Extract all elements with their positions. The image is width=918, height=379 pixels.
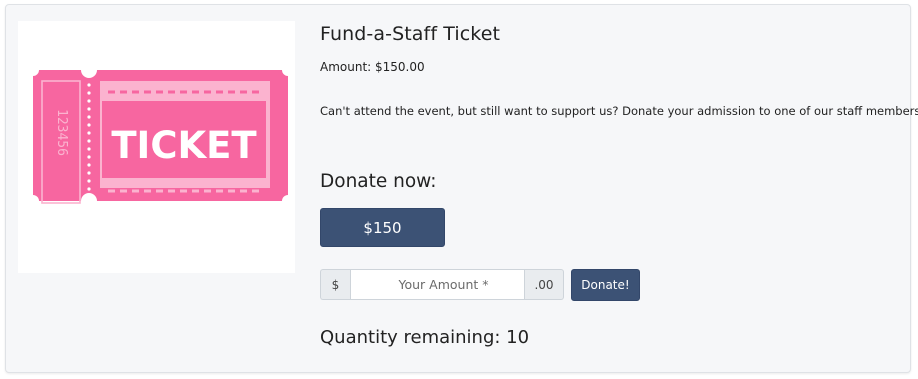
quantity-remaining: Quantity remaining: 10 [320, 327, 530, 348]
ticket-number: 123456 [54, 109, 69, 156]
cents-suffix: .00 [525, 269, 564, 300]
product-card: TICKET 123456 Fund-a-Staff Ticket Amount… [5, 4, 918, 373]
currency-prefix: $ [320, 269, 350, 300]
custom-amount-input[interactable] [350, 269, 525, 300]
custom-amount-group: $ .00 [320, 269, 564, 300]
product-title: Fund-a-Staff Ticket [320, 23, 501, 45]
ticket-image: TICKET 123456 [18, 21, 295, 273]
donate-button[interactable]: Donate! [571, 269, 640, 301]
product-amount: Amount: $150.00 [320, 60, 425, 74]
ticket-word: TICKET [111, 124, 257, 167]
preset-amount-button[interactable]: $150 [320, 208, 445, 247]
donate-heading: Donate now: [320, 171, 437, 192]
ticket-icon: TICKET 123456 [33, 70, 288, 204]
product-description: Can't attend the event, but still want t… [320, 104, 918, 118]
